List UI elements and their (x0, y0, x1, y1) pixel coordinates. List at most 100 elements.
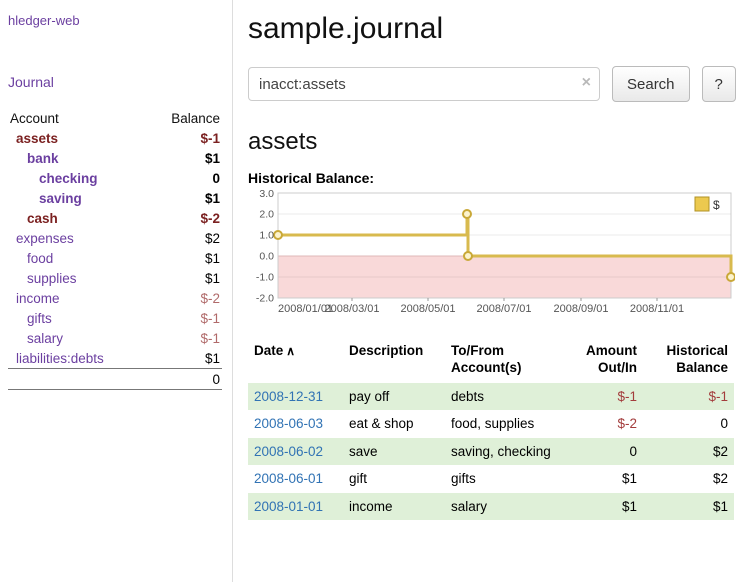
transaction-row: 2008-12-31 pay off debts $-1 $-1 (248, 383, 734, 411)
transaction-row: 2008-06-01 gift gifts $1 $2 (248, 465, 734, 493)
y-tick-label: 3.0 (259, 190, 274, 200)
clear-search-icon[interactable]: × (582, 74, 591, 92)
header-accounts: To/From Account(s) (445, 339, 571, 383)
transaction-date-link[interactable]: 2008-06-02 (254, 444, 323, 459)
header-description: Description (343, 339, 445, 383)
accounts-table: Account Balance assets $-1 bank $1 check… (8, 108, 222, 390)
account-balance: $1 (205, 191, 220, 206)
x-tick-label: 2008/07/01 (476, 303, 531, 315)
account-row: salary $-1 (8, 328, 222, 348)
transaction-row: 2008-06-03 eat & shop food, supplies $-2… (248, 410, 734, 438)
account-row: cash $-2 (8, 208, 222, 228)
x-tick-label: 2008/05/01 (400, 303, 455, 315)
account-link-gifts[interactable]: gifts (10, 311, 52, 326)
account-balance: $1 (205, 151, 220, 166)
transaction-amount: $-2 (571, 410, 643, 438)
transaction-accounts: food, supplies (445, 410, 571, 438)
account-link-salary[interactable]: salary (10, 331, 63, 346)
account-balance: $-1 (200, 131, 220, 146)
legend-swatch (695, 197, 709, 211)
data-point-marker (463, 210, 471, 218)
search-bar: × Search ? (248, 66, 734, 102)
transaction-amount: $1 (571, 493, 643, 521)
transaction-balance: $2 (643, 465, 734, 493)
account-balance: $1 (205, 251, 220, 266)
transaction-balance: 0 (643, 410, 734, 438)
sidebar-item-journal[interactable]: Journal (8, 74, 54, 90)
account-balance: $-2 (200, 211, 220, 226)
chart-svg: $ 3.0 2.0 1.0 0.0 -1.0 -2.0 2008/01/01 2… (248, 190, 735, 322)
historical-balance-chart: $ 3.0 2.0 1.0 0.0 -1.0 -2.0 2008/01/01 2… (248, 190, 735, 327)
account-link-cash[interactable]: cash (10, 211, 58, 226)
account-balance: 0 (212, 171, 220, 186)
x-tick-label: 2008/03/01 (324, 303, 379, 315)
transaction-description: pay off (343, 383, 445, 411)
search-box: × (248, 67, 600, 101)
transaction-row: 2008-06-02 save saving, checking 0 $2 (248, 438, 734, 466)
accounts-total-row: 0 (8, 368, 222, 390)
transaction-amount: $-1 (571, 383, 643, 411)
accounts-total: 0 (212, 372, 220, 387)
help-button[interactable]: ? (702, 66, 736, 102)
account-row: supplies $1 (8, 268, 222, 288)
accounts-table-header: Account Balance (8, 108, 222, 128)
transaction-date-link[interactable]: 2008-06-01 (254, 471, 323, 486)
account-link-checking[interactable]: checking (10, 171, 98, 186)
sidebar: hledger-web Journal Account Balance asse… (0, 0, 233, 582)
transaction-date-link[interactable]: 2008-12-31 (254, 389, 323, 404)
y-tick-label: -2.0 (256, 293, 274, 305)
header-date-label: Date (254, 343, 283, 358)
header-date[interactable]: Date∧ (248, 339, 343, 383)
x-tick-label: 2008/09/01 (553, 303, 608, 315)
x-tick-label: 2008/11/01 (630, 303, 684, 315)
account-row: income $-2 (8, 288, 222, 308)
account-balance: $-1 (200, 331, 220, 346)
transaction-balance: $1 (643, 493, 734, 521)
account-row: saving $1 (8, 188, 222, 208)
account-link-saving[interactable]: saving (10, 191, 82, 206)
account-link-bank[interactable]: bank (10, 151, 59, 166)
y-tick-label: 0.0 (259, 251, 274, 263)
transaction-date-link[interactable]: 2008-06-03 (254, 416, 323, 431)
account-link-liabilities-debts[interactable]: liabilities:debts (10, 351, 104, 366)
account-balance: $-1 (200, 311, 220, 326)
account-link-food[interactable]: food (10, 251, 53, 266)
y-tick-label: 1.0 (259, 230, 274, 242)
legend-label: $ (713, 198, 720, 212)
data-point-marker (727, 273, 735, 281)
transaction-row: 2008-01-01 income salary $1 $1 (248, 493, 734, 521)
sort-asc-icon: ∧ (286, 344, 295, 358)
register-table: Date∧ Description To/From Account(s) Amo… (248, 339, 734, 520)
main-content: sample.journal × Search ? assets Histori… (234, 0, 742, 582)
register-header-row: Date∧ Description To/From Account(s) Amo… (248, 339, 734, 383)
search-input[interactable] (248, 67, 600, 101)
accounts-header-balance: Balance (171, 111, 220, 126)
transaction-balance: $2 (643, 438, 734, 466)
accounts-header-account: Account (10, 111, 59, 126)
transaction-amount: 0 (571, 438, 643, 466)
search-button[interactable]: Search (612, 66, 690, 102)
transaction-accounts: saving, checking (445, 438, 571, 466)
transaction-description: income (343, 493, 445, 521)
account-row: gifts $-1 (8, 308, 222, 328)
account-balance: $-2 (200, 291, 220, 306)
account-link-expenses[interactable]: expenses (10, 231, 74, 246)
data-point-marker (464, 252, 472, 260)
account-balance: $2 (205, 231, 220, 246)
account-row: liabilities:debts $1 (8, 348, 222, 368)
data-point-marker (274, 231, 282, 239)
transaction-description: eat & shop (343, 410, 445, 438)
account-row: assets $-1 (8, 128, 222, 148)
y-tick-label: -1.0 (256, 272, 274, 284)
transaction-description: save (343, 438, 445, 466)
page-title: sample.journal (248, 12, 734, 46)
account-link-income[interactable]: income (10, 291, 60, 306)
account-balance: $1 (205, 271, 220, 286)
account-row: checking 0 (8, 168, 222, 188)
transaction-date-link[interactable]: 2008-01-01 (254, 499, 323, 514)
y-tick-label: 2.0 (259, 209, 274, 221)
transaction-accounts: gifts (445, 465, 571, 493)
account-link-assets[interactable]: assets (10, 131, 58, 146)
account-link-supplies[interactable]: supplies (10, 271, 77, 286)
app-title-link[interactable]: hledger-web (8, 13, 80, 28)
